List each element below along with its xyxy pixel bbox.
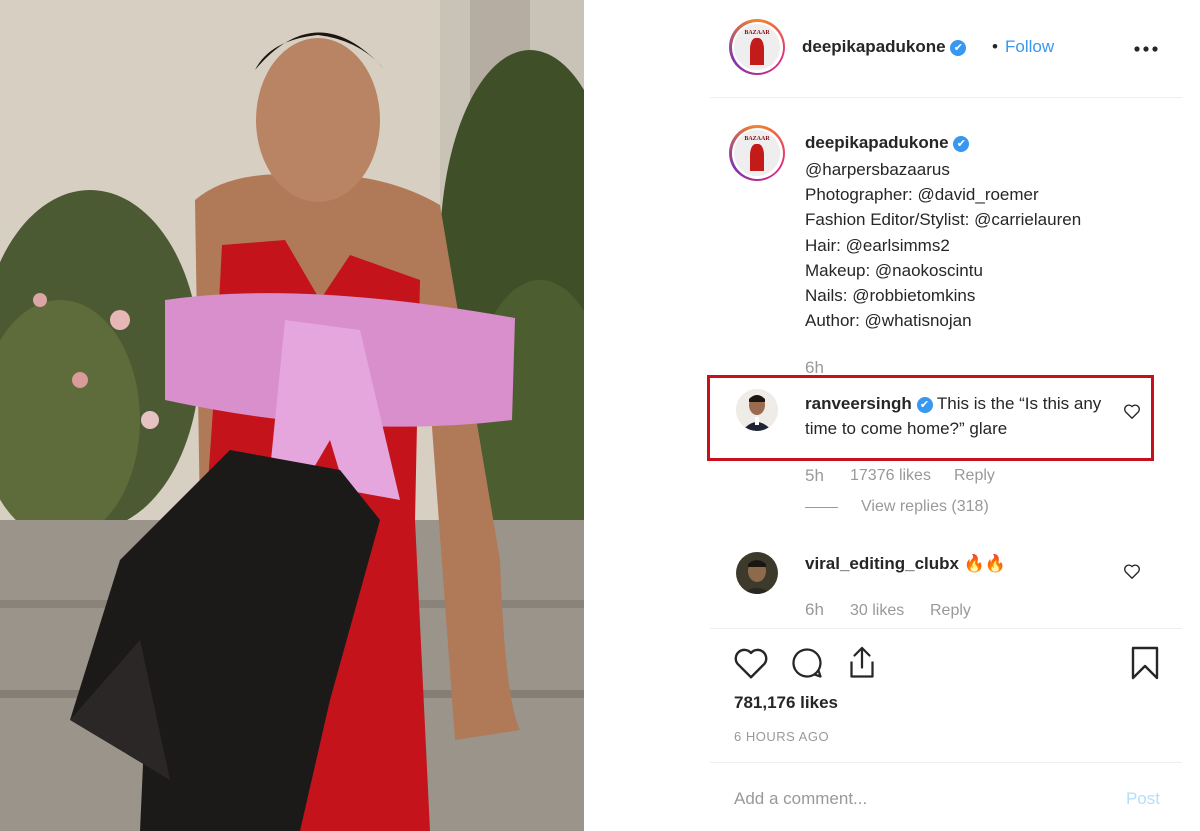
author-avatar[interactable]: BAZAAR xyxy=(729,19,785,75)
caption-author-avatar[interactable]: BAZAAR xyxy=(729,125,785,181)
post-comment-button[interactable]: Post xyxy=(1126,789,1160,809)
comment-timestamp[interactable]: 6h xyxy=(805,600,824,620)
comments-divider xyxy=(710,628,1182,629)
caption-line[interactable]: Nails: @robbietomkins xyxy=(805,283,1165,308)
comment-reply-button[interactable]: Reply xyxy=(930,602,971,620)
header-divider xyxy=(710,97,1182,98)
caption-username[interactable]: deepikapadukone ✔ xyxy=(805,133,970,153)
heart-icon[interactable] xyxy=(733,646,769,680)
caption-line[interactable]: Makeup: @naokoscintu xyxy=(805,258,1165,283)
comment-highlight-box xyxy=(707,375,1154,461)
caption-line[interactable]: Author: @whatisnojan xyxy=(805,308,1165,333)
post-image xyxy=(0,0,584,831)
comment-reply-button[interactable]: Reply xyxy=(954,467,995,485)
comment-likes-count[interactable]: 30 likes xyxy=(850,602,904,620)
commenter-avatar[interactable] xyxy=(736,552,778,594)
post-caption: @harpersbazaarus Photographer: @david_ro… xyxy=(805,157,1165,333)
caption-line[interactable]: @harpersbazaarus xyxy=(805,157,1165,182)
commenter-username[interactable]: viral_editing_clubx xyxy=(805,554,959,573)
author-username[interactable]: deepikapadukone ✔ xyxy=(802,37,967,57)
post-header: BAZAAR deepikapadukone ✔ • Follow xyxy=(710,0,1182,97)
replies-line xyxy=(805,507,838,508)
comment-timestamp[interactable]: 5h xyxy=(805,466,824,486)
comment-text: 🔥🔥 xyxy=(963,554,1007,573)
verified-badge-icon: ✔ xyxy=(950,39,967,56)
post-likes-count[interactable]: 781,176 likes xyxy=(734,693,838,713)
share-icon[interactable] xyxy=(844,644,880,682)
comment-like-heart-icon[interactable] xyxy=(1123,563,1141,580)
bookmark-icon[interactable] xyxy=(1130,645,1160,681)
footer-divider xyxy=(710,762,1182,763)
comment-icon[interactable] xyxy=(788,645,826,681)
caption-line[interactable]: Photographer: @david_roemer xyxy=(805,182,1165,207)
caption-line[interactable]: Fashion Editor/Stylist: @carrielauren xyxy=(805,207,1165,232)
separator-dot: • xyxy=(992,37,998,56)
view-replies-button[interactable]: View replies (318) xyxy=(861,498,989,516)
add-comment-input[interactable]: Add a comment... xyxy=(734,789,867,809)
follow-button[interactable]: Follow xyxy=(1005,37,1054,57)
more-options-icon[interactable] xyxy=(1133,33,1159,59)
post-photo[interactable] xyxy=(0,0,584,831)
post-timestamp[interactable]: 6 HOURS AGO xyxy=(734,729,829,744)
verified-badge-icon: ✔ xyxy=(953,135,970,152)
comment-likes-count[interactable]: 17376 likes xyxy=(850,467,931,485)
caption-line[interactable]: Hair: @earlsimms2 xyxy=(805,233,1165,258)
comment-body: viral_editing_clubx 🔥🔥 xyxy=(805,551,1135,576)
